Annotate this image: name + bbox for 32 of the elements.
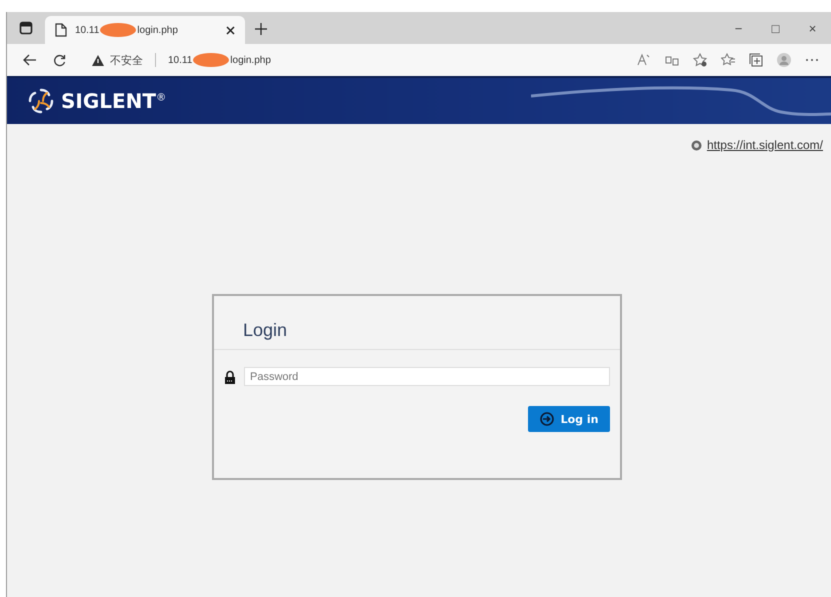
back-icon[interactable] [23, 54, 37, 66]
lock-icon [224, 370, 236, 384]
security-label: 不安全 [110, 54, 143, 68]
redaction-mark [192, 52, 230, 68]
favorites-icon[interactable] [721, 53, 735, 67]
login-button[interactable]: Log in [528, 406, 610, 432]
site-link[interactable]: https://int.siglent.com/ [706, 138, 823, 152]
url-text: login.php [230, 54, 271, 66]
tab-title: login.php [137, 24, 178, 36]
browser-tab[interactable]: 10.11 login.php [45, 16, 245, 44]
password-field[interactable]: Password [244, 367, 610, 386]
favorite-add-icon[interactable] [693, 53, 707, 67]
close-button[interactable]: × [794, 20, 831, 36]
tab-title: 10.11 [75, 24, 100, 36]
close-icon[interactable] [226, 26, 235, 34]
refresh-icon[interactable] [53, 54, 66, 66]
login-title: Login [243, 320, 288, 341]
page-icon [55, 23, 67, 37]
redaction-mark [99, 22, 138, 38]
url-text: 10.11 [168, 54, 192, 66]
maximize-button[interactable]: □ [757, 20, 794, 36]
login-icon [540, 412, 554, 426]
logo-icon [27, 87, 55, 115]
warning-icon [92, 54, 104, 66]
profile-icon[interactable] [777, 53, 791, 67]
read-aloud-icon[interactable] [637, 53, 651, 67]
globe-icon [690, 140, 702, 150]
new-tab-icon[interactable] [255, 23, 267, 35]
minimize-button[interactable]: − [720, 20, 757, 36]
collections-icon[interactable] [749, 53, 763, 67]
brand-logo: SIGLENT$^{®}$ [61, 89, 166, 113]
tab-actions-icon[interactable] [19, 21, 33, 35]
